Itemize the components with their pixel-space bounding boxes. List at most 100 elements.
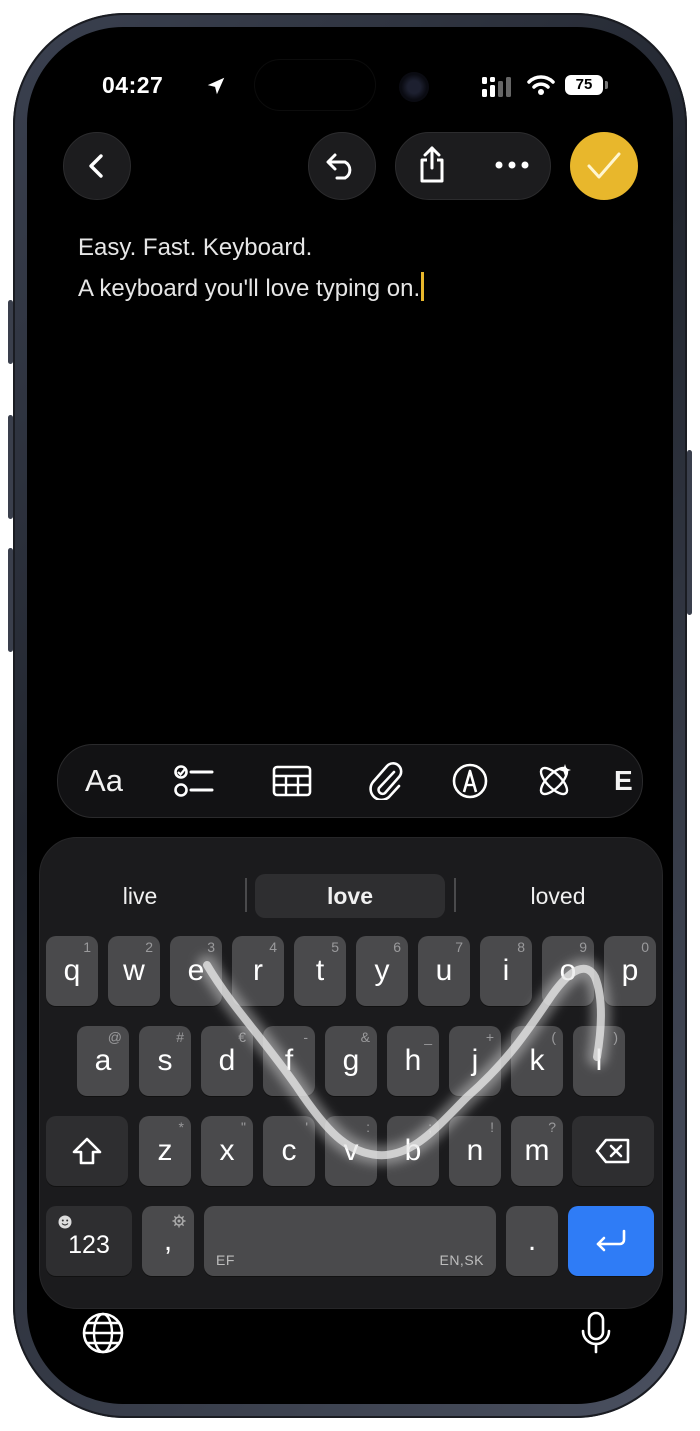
dictation-button[interactable] <box>573 1310 619 1356</box>
key-alt-label: 0 <box>641 939 649 955</box>
key-k[interactable]: (k <box>511 1026 563 1096</box>
key-g[interactable]: & g <box>325 1026 377 1096</box>
microphone-icon <box>581 1311 611 1354</box>
key-alt-label: ' <box>305 1119 308 1135</box>
shift-key[interactable] <box>46 1116 128 1186</box>
key-t[interactable]: 5t <box>294 936 346 1006</box>
screen: 04:27 75 Easy. Fast. Keyboard. A keyboar… <box>27 27 673 1404</box>
key-alt-label: € <box>238 1029 246 1045</box>
key-label: i <box>502 954 510 987</box>
key-m[interactable]: ? m <box>511 1116 563 1186</box>
key-label: k <box>529 1044 545 1077</box>
key-label: g <box>342 1044 360 1077</box>
toolbar-overflow-icon[interactable]: E <box>614 759 642 803</box>
back-button[interactable] <box>63 132 131 200</box>
markup-button[interactable] <box>448 759 492 803</box>
key-x[interactable]: " x <box>201 1116 253 1186</box>
table-button[interactable] <box>270 759 314 803</box>
key-alt-label: ? <box>548 1119 556 1135</box>
key-y[interactable]: 6y <box>356 936 408 1006</box>
key-alt-label: ) <box>613 1029 618 1045</box>
note-line-2-text: A keyboard you'll love typing on. <box>78 275 421 302</box>
key-alt-label: " <box>241 1119 246 1135</box>
volume-up-button <box>8 415 13 519</box>
key-b[interactable]: ; b <box>387 1116 439 1186</box>
suggestion-left[interactable]: live <box>70 874 210 918</box>
checklist-button[interactable] <box>172 759 216 803</box>
key-o[interactable]: 9o <box>542 936 594 1006</box>
key-j[interactable]: + j <box>449 1026 501 1096</box>
text-cursor <box>421 272 425 301</box>
cellular-signal-icon <box>482 77 511 97</box>
dynamic-island <box>255 60 375 110</box>
key-label: d <box>218 1044 236 1077</box>
paperclip-icon <box>369 762 403 800</box>
key-i[interactable]: 8i <box>480 936 532 1006</box>
emoji-icon <box>58 1215 72 1229</box>
key-alt-label: & <box>360 1029 370 1045</box>
key-q[interactable]: 1q <box>46 936 98 1006</box>
numbers-key[interactable]: 123 <box>46 1206 132 1276</box>
action-button <box>8 300 13 364</box>
key-label: u <box>435 954 453 987</box>
note-line-1: Easy. Fast. Keyboard. <box>78 234 313 261</box>
period-key[interactable]: . <box>506 1206 558 1276</box>
suggestion-center[interactable]: love <box>255 874 445 918</box>
key-e[interactable]: 3e <box>170 936 222 1006</box>
key-n[interactable]: ! n <box>449 1116 501 1186</box>
space-bar[interactable]: EF EN,SK <box>204 1206 496 1276</box>
key-d[interactable]: € d <box>201 1026 253 1096</box>
key-l[interactable]: ) l <box>573 1026 625 1096</box>
gear-icon <box>172 1214 186 1228</box>
comma-key[interactable]: , <box>142 1206 194 1276</box>
note-body[interactable]: Easy. Fast. Keyboard. A keyboard you'll … <box>78 227 425 309</box>
key-label: a <box>94 1044 112 1077</box>
apple-intelligence-button[interactable] <box>532 759 576 803</box>
key-label: x <box>219 1134 235 1167</box>
undo-button[interactable] <box>308 132 376 200</box>
globe-button[interactable] <box>80 1310 126 1356</box>
key-label: m <box>524 1134 550 1167</box>
apple-intelligence-icon <box>539 764 571 796</box>
key-alt-label: 6 <box>393 939 401 955</box>
numbers-key-label: 123 <box>68 1230 110 1259</box>
key-alt-label: 5 <box>331 939 339 955</box>
key-u[interactable]: 7u <box>418 936 470 1006</box>
key-alt-label: _ <box>424 1029 432 1045</box>
key-r[interactable]: 4r <box>232 936 284 1006</box>
key-w[interactable]: 2w <box>108 936 160 1006</box>
format-toolbar: Aa E <box>57 744 643 818</box>
key-h[interactable]: _ h <box>387 1026 439 1096</box>
return-arrow-icon <box>596 1229 626 1252</box>
key-alt-label: 4 <box>269 939 277 955</box>
text-style-button[interactable]: Aa <box>76 759 132 803</box>
key-alt-label: 7 <box>455 939 463 955</box>
key-label: b <box>404 1134 422 1167</box>
key-label: v <box>343 1134 359 1167</box>
key-label: r <box>253 954 263 987</box>
return-key[interactable] <box>568 1206 654 1276</box>
backspace-icon <box>595 1138 630 1164</box>
share-button[interactable] <box>408 141 456 189</box>
ellipsis-icon <box>495 161 529 169</box>
key-c[interactable]: ' c <box>263 1116 315 1186</box>
delete-key[interactable] <box>572 1116 654 1186</box>
suggestion-divider <box>454 878 456 912</box>
done-button[interactable] <box>570 132 638 200</box>
key-label: j <box>471 1044 479 1077</box>
key-p[interactable]: 0p <box>604 936 656 1006</box>
more-button[interactable] <box>488 141 536 189</box>
key-label: t <box>315 954 325 987</box>
key-z[interactable]: * z <box>139 1116 191 1186</box>
key-s[interactable]: # s <box>139 1026 191 1096</box>
attachment-button[interactable] <box>364 759 408 803</box>
keyboard: live love loved 1 q 2 w 3 e 4 r 5 t 6 y 7 u 8 i 9 o 0 p @ a # s… <box>39 837 663 1309</box>
key-alt-label: * <box>178 1119 184 1135</box>
key-alt-label: 9 <box>579 939 587 955</box>
key-v[interactable]: :v <box>325 1116 377 1186</box>
key-a[interactable]: @ a <box>77 1026 129 1096</box>
suggestion-right[interactable]: loved <box>488 874 628 918</box>
key-f[interactable]: -f <box>263 1026 315 1096</box>
undo-icon <box>326 153 352 180</box>
key-alt-label: 1 <box>83 939 91 955</box>
